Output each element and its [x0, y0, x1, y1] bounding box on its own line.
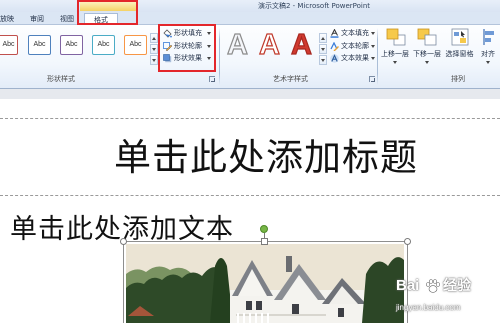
wordart-scroll-up-button[interactable]: [319, 33, 327, 43]
shape-style-preset[interactable]: Abc: [0, 35, 18, 55]
watermark-brand: Bai: [396, 277, 420, 294]
align-button[interactable]: 对齐: [478, 25, 498, 65]
bring-forward-button[interactable]: 上移一层: [380, 25, 410, 65]
dropdown-arrow-icon: [425, 61, 429, 64]
bring-forward-icon: [386, 28, 406, 46]
text-outline-button[interactable]: 文本轮廓: [330, 41, 376, 52]
align-label: 对齐: [481, 50, 495, 58]
ribbon-tab-row: 放映 审阅 视图 格式: [0, 12, 500, 26]
watermark-url: jingyan.baidu.com: [396, 303, 461, 312]
preset-label: Abc: [2, 41, 15, 48]
gallery-scroll-down-button[interactable]: [150, 44, 158, 54]
dialog-launcher-icon[interactable]: [369, 76, 375, 82]
title-bar: 演示文稿2 - Microsoft PowerPoint: [0, 0, 500, 12]
send-backward-label: 下移一层: [413, 50, 441, 58]
text-outline-label: 文本轮廓: [341, 42, 369, 50]
chevron-down-icon: [321, 48, 325, 51]
gallery-more-button[interactable]: [150, 55, 158, 65]
chevron-down-icon: [152, 48, 156, 51]
text-fill-icon: [330, 29, 339, 38]
tab-review[interactable]: 审阅: [30, 13, 44, 25]
bring-forward-label: 上移一层: [381, 50, 409, 58]
dropdown-arrow-icon: [486, 61, 490, 64]
wordart-scroll-down-button[interactable]: [319, 44, 327, 54]
gallery-scroll-up-button[interactable]: [150, 33, 158, 43]
text-effects-icon: [330, 54, 339, 63]
preset-label: Abc: [65, 41, 78, 48]
preset-label: Abc: [129, 41, 142, 48]
watermark-product: 经验: [443, 278, 471, 294]
group-separator: [377, 28, 378, 85]
send-backward-button[interactable]: 下移一层: [412, 25, 442, 65]
preset-label: Abc: [33, 41, 46, 48]
group-separator: [219, 28, 220, 85]
window-title: 演示文稿2 - Microsoft PowerPoint: [258, 2, 371, 10]
preset-label: Abc: [97, 41, 110, 48]
send-backward-icon: [417, 28, 437, 46]
dropdown-arrow-icon: [371, 57, 375, 60]
shape-style-preset[interactable]: Abc: [92, 35, 115, 55]
chevron-up-icon: [321, 37, 325, 40]
dropdown-arrow-icon: [371, 45, 375, 48]
picture-selection-frame: [123, 241, 408, 323]
title-placeholder[interactable]: 单击此处添加标题: [0, 118, 500, 196]
wordart-style-preset[interactable]: A: [254, 29, 285, 61]
shape-style-preset[interactable]: Abc: [28, 35, 51, 55]
format-tab-highlight: [77, 0, 138, 25]
resize-handle-top-right[interactable]: [404, 238, 411, 245]
align-icon: [483, 29, 494, 45]
watermark: Bai 经验 jingyan.baidu.com: [396, 277, 492, 319]
selection-pane-label: 选择窗格: [445, 50, 474, 58]
chevron-up-icon: [152, 37, 156, 40]
resize-handle-top[interactable]: [261, 238, 268, 245]
ribbon: Abc Abc Abc Abc Abc 形状填充 形状轮廓 形状效果 形状样式 …: [0, 25, 500, 89]
title-placeholder-text[interactable]: 单击此处添加标题: [108, 136, 424, 180]
shape-style-preset[interactable]: Abc: [60, 35, 83, 55]
shape-styles-group-label: 形状样式: [47, 75, 75, 83]
text-outline-icon: [330, 42, 339, 51]
resize-handle-top-left[interactable]: [120, 238, 127, 245]
more-icon: [152, 59, 156, 62]
selection-pane-icon: [451, 28, 469, 46]
wordart-more-button[interactable]: [319, 55, 327, 65]
tab-slideshow[interactable]: 放映: [0, 13, 14, 25]
rotation-handle[interactable]: [260, 225, 268, 233]
more-icon: [321, 59, 325, 62]
wordart-style-preset[interactable]: A: [222, 29, 253, 61]
text-fill-label: 文本填充: [341, 29, 369, 37]
selection-pane-button[interactable]: 选择窗格: [444, 25, 475, 65]
arrange-group-label: 排列: [451, 75, 465, 83]
text-effects-label: 文本效果: [341, 54, 369, 62]
wordart-style-preset[interactable]: A: [286, 29, 317, 61]
dropdown-arrow-icon: [393, 61, 397, 64]
shape-commands-highlight: [158, 24, 216, 72]
dialog-launcher-icon[interactable]: [209, 76, 215, 82]
text-effects-button[interactable]: 文本效果: [330, 53, 376, 64]
tab-view[interactable]: 视图: [60, 13, 74, 25]
text-fill-button[interactable]: 文本填充: [330, 28, 376, 39]
paw-icon: [426, 279, 440, 293]
shape-style-preset[interactable]: Abc: [124, 35, 147, 55]
dropdown-arrow-icon: [371, 32, 375, 35]
wordart-styles-group-label: 艺术字样式: [273, 75, 308, 83]
